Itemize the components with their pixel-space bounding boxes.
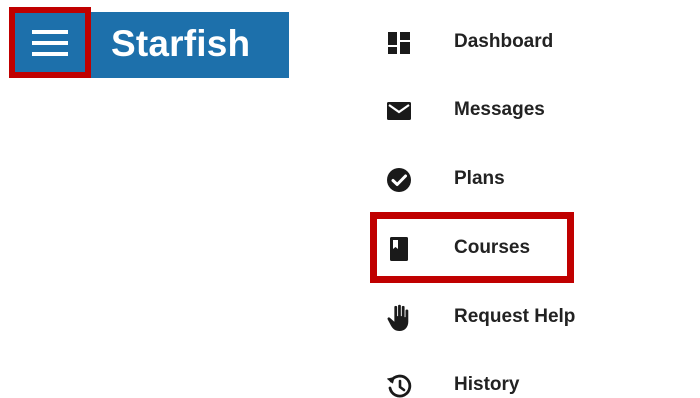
- screenshot-stage: Starfish Dashboard Messages Plans Course…: [0, 0, 700, 398]
- book-icon: [386, 236, 412, 262]
- menu-item-messages[interactable]: Messages: [376, 82, 566, 138]
- menu-toggle-button[interactable]: [15, 13, 85, 72]
- dashboard-icon: [386, 30, 412, 56]
- envelope-icon: [386, 98, 412, 124]
- menu-item-label: Courses: [454, 237, 531, 258]
- hand-icon: [386, 304, 412, 331]
- app-title: Starfish: [111, 23, 251, 64]
- menu-item-history[interactable]: History: [376, 357, 566, 398]
- check-circle-icon: [386, 167, 412, 193]
- menu-item-label: Plans: [454, 168, 505, 189]
- menu-item-request-help[interactable]: Request Help: [376, 289, 575, 345]
- menu-item-dashboard[interactable]: Dashboard: [376, 14, 566, 70]
- menu-item-label: Messages: [454, 99, 545, 120]
- history-icon: [386, 373, 412, 398]
- menu-item-plans[interactable]: Plans: [376, 151, 566, 207]
- menu-item-label: Request Help: [454, 306, 576, 327]
- menu-item-label: History: [454, 374, 520, 395]
- menu-item-label: Dashboard: [454, 31, 554, 52]
- menu-item-courses[interactable]: Courses: [376, 220, 566, 276]
- hamburger-menu-icon: [32, 29, 68, 56]
